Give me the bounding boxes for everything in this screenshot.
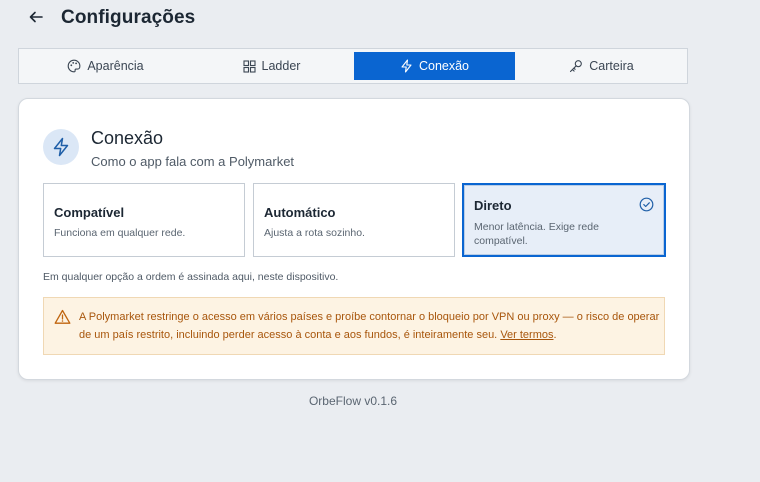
option-description: Funciona em qualquer rede. [54, 227, 186, 239]
warning-suffix: . [553, 329, 557, 341]
option-description: Menor latência. Exige rede compatível. [474, 221, 599, 247]
tab-wallet[interactable]: Carteira [519, 52, 684, 80]
option-compatible[interactable]: Compatível Funciona em qualquer rede. [43, 183, 245, 257]
warning-icon [54, 309, 71, 324]
back-button[interactable] [27, 6, 45, 28]
option-title: Automático [264, 205, 336, 220]
check-circle-icon [639, 197, 654, 212]
tab-wallet-label: Carteira [589, 59, 634, 73]
tab-appearance-label: Aparência [87, 59, 144, 73]
settings-tabs: Aparência Ladder Conexão Carteira [18, 48, 688, 84]
warning-text: A Polymarket restringe o acesso em vário… [79, 308, 664, 344]
lightning-icon [53, 137, 69, 157]
option-title: Direto [474, 198, 512, 213]
arrow-left-icon [29, 11, 43, 23]
palette-icon [68, 59, 81, 73]
terms-link[interactable]: Ver termos [500, 329, 553, 341]
tab-connection[interactable]: Conexão [353, 52, 515, 80]
option-description: Ajusta a rota sozinho. [264, 227, 365, 239]
section-title: Conexão [91, 128, 164, 148]
tab-connection-label: Conexão [418, 59, 470, 73]
header: Configurações [0, 0, 760, 40]
app-version: OrbeFlow v0.1.6 [308, 394, 398, 408]
option-automatic[interactable]: Automático Ajusta a rota sozinho. [253, 183, 455, 257]
connection-card: Conexão Como o app fala com a Polymarket… [18, 98, 690, 380]
grid-icon [242, 59, 256, 73]
lightning-icon [401, 59, 412, 73]
warning-banner: A Polymarket restringe o acesso em vário… [43, 297, 665, 355]
signing-note: Em qualquer opção a ordem é assinada aqu… [43, 271, 339, 283]
warning-message: A Polymarket restringe o acesso em vário… [79, 311, 660, 341]
tab-ladder-label: Ladder [261, 59, 301, 73]
option-direct[interactable]: Direto Menor latência. Exige rede compat… [462, 183, 666, 257]
key-icon [570, 60, 583, 73]
tab-appearance[interactable]: Aparência [22, 52, 189, 80]
section-icon [43, 129, 79, 165]
option-title: Compatível [54, 205, 125, 220]
page-title: Configurações [61, 7, 196, 28]
tab-ladder[interactable]: Ladder [189, 52, 354, 80]
section-subtitle: Como o app fala com a Polymarket [91, 154, 295, 169]
